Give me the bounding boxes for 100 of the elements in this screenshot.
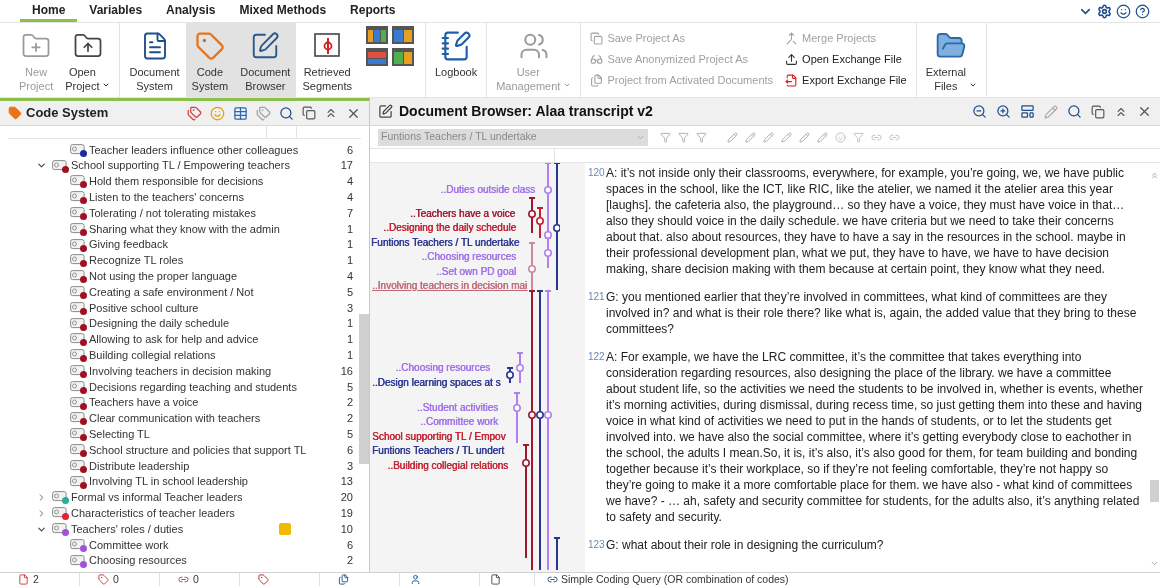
code-label: Recognize TL roles bbox=[89, 253, 184, 269]
margin-code-label[interactable]: Funtions Teachers / TL undert bbox=[372, 444, 505, 457]
code-label: Involving TL in school leadership bbox=[89, 474, 248, 490]
filter-icon[interactable] bbox=[853, 131, 864, 143]
tree-item[interactable]: Teachers have a voice 2 bbox=[8, 394, 359, 411]
tags-icon[interactable] bbox=[256, 105, 271, 121]
code-label: Building collegial relations bbox=[89, 348, 216, 363]
panel-title: Code System bbox=[26, 104, 109, 123]
search-icon[interactable] bbox=[279, 105, 294, 121]
tree-item[interactable]: Listen to the teachers' concerns 4 bbox=[8, 189, 359, 206]
tree-item[interactable]: Giving feedback 1 bbox=[8, 236, 359, 253]
code-label: Committee work bbox=[89, 537, 169, 553]
tree-item[interactable]: Designing the daily schedule 1 bbox=[8, 315, 359, 332]
tree-item[interactable]: Allowing to ask for help and advice 1 bbox=[8, 331, 359, 348]
tree-item[interactable]: Hold them responsible for decisions 4 bbox=[8, 173, 359, 190]
count-label: 2 bbox=[345, 411, 353, 427]
ribbon-button[interactable]: Retrieved Segments bbox=[296, 23, 358, 97]
tree-item[interactable]: Formal vs informal Teacher leaders 20 bbox=[8, 489, 359, 506]
margin-code-label[interactable]: ..Set own PD goal bbox=[435, 265, 516, 278]
close-icon[interactable] bbox=[1137, 104, 1152, 119]
margin-code-label[interactable]: School supporting TL / Empov bbox=[372, 430, 506, 443]
tag-icon bbox=[194, 31, 225, 61]
undock-icon[interactable] bbox=[302, 106, 316, 120]
margin-code-label[interactable]: ..Committee work bbox=[420, 415, 498, 428]
filter-icon[interactable] bbox=[696, 131, 707, 143]
tree-item[interactable]: Choosing resources 2 bbox=[8, 552, 359, 569]
margin-code-label[interactable]: ..Designing the daily schedule bbox=[383, 221, 516, 234]
tree-item[interactable]: Clear communication with teachers 2 bbox=[8, 410, 359, 427]
filter-icon[interactable] bbox=[660, 131, 671, 143]
highlighter-icon[interactable] bbox=[799, 131, 810, 143]
margin-code-label[interactable]: ..Building collegial relations bbox=[387, 459, 508, 472]
highlighter-icon[interactable] bbox=[727, 131, 738, 143]
tree-item[interactable]: Positive school culture 3 bbox=[8, 299, 359, 316]
memo-icon[interactable] bbox=[279, 523, 291, 535]
settings-icon[interactable] bbox=[1097, 4, 1112, 19]
tree-item[interactable]: Recognize TL roles 1 bbox=[8, 252, 359, 269]
scroll-down-icon[interactable] bbox=[1150, 559, 1159, 568]
users-icon bbox=[518, 31, 549, 61]
highlighter-icon[interactable] bbox=[817, 131, 828, 143]
tree-item[interactable]: Tolerating / not tolerating mistakes 7 bbox=[8, 205, 359, 221]
help-icon[interactable] bbox=[1135, 4, 1150, 19]
scroll-up-icon[interactable] bbox=[1150, 171, 1159, 180]
scrollbar-thumb[interactable] bbox=[1150, 480, 1159, 502]
tree-item[interactable]: Characteristics of teacher leaders 19 bbox=[8, 505, 359, 522]
ribbon-tab[interactable]: Variables bbox=[77, 0, 155, 22]
tree-item[interactable]: Involving TL in school leadership 13 bbox=[8, 473, 359, 490]
count-label: 1 bbox=[345, 332, 353, 348]
ribbon-button[interactable]: Document Browser bbox=[234, 23, 297, 97]
layout-icon[interactable] bbox=[1020, 104, 1035, 119]
table-icon[interactable] bbox=[233, 105, 248, 121]
ribbon-button[interactable]: Open Project bbox=[59, 23, 117, 97]
ribbon-tab[interactable]: Analysis bbox=[154, 0, 228, 22]
margin-code-label[interactable]: ..Involving teachers in decision mai bbox=[372, 279, 528, 292]
margin-code-label[interactable]: ..Choosing resources bbox=[421, 250, 516, 263]
ribbon-tab[interactable]: Reports bbox=[338, 0, 408, 22]
collapse-icon[interactable] bbox=[324, 106, 338, 120]
tree-item[interactable]: Sharing what they know with the admin 1 bbox=[8, 221, 359, 237]
tree-item[interactable]: Distribute leadership 3 bbox=[8, 457, 359, 474]
highlighter-icon[interactable] bbox=[745, 131, 756, 143]
highlighter-icon[interactable] bbox=[781, 131, 792, 143]
tree-item[interactable]: School structure and policies that support TL 6 bbox=[8, 442, 359, 458]
ribbon-button[interactable]: Logbook bbox=[428, 23, 484, 97]
ribbon-button[interactable]: Code System bbox=[185, 23, 235, 97]
tree-item[interactable]: Decisions regarding teaching and students 5 bbox=[8, 378, 359, 395]
code-label: Teachers' roles / duties bbox=[71, 521, 184, 537]
zoom-out-icon[interactable] bbox=[972, 104, 987, 119]
code-label: Characteristics of teacher leaders bbox=[71, 506, 235, 521]
tree-item[interactable]: Building collegial relations 1 bbox=[8, 347, 359, 364]
ribbon-button[interactable]: External Files bbox=[919, 23, 983, 97]
zoom-in-icon[interactable] bbox=[996, 104, 1011, 119]
tag-icon bbox=[70, 301, 85, 313]
ribbon-tab[interactable]: Home bbox=[20, 0, 78, 22]
smiley-icon[interactable] bbox=[1116, 4, 1131, 19]
code-label: School structure and policies that support TL bbox=[89, 442, 307, 458]
margin-code-label[interactable]: ..Student activities bbox=[416, 401, 498, 414]
tree-item[interactable]: School supporting TL / Empowering teachers 17 bbox=[8, 157, 359, 174]
edit-icon[interactable] bbox=[1044, 104, 1058, 119]
margin-code-label[interactable]: ..Choosing resources bbox=[395, 361, 490, 374]
tree-item[interactable]: Not using the proper language 4 bbox=[8, 268, 359, 285]
tree-item[interactable]: Creating a safe environment / Not 5 bbox=[8, 284, 359, 300]
tree-item[interactable]: Teachers' roles / duties 10 bbox=[8, 521, 359, 537]
search-icon[interactable] bbox=[1067, 104, 1082, 119]
margin-code-label[interactable]: ..Duties outside class bbox=[440, 183, 535, 196]
ribbon-small-button[interactable]: Export Exchange File bbox=[785, 71, 907, 89]
ribbon-button[interactable]: Document System bbox=[123, 23, 186, 97]
tree-item[interactable]: Committee work 6 bbox=[8, 536, 359, 553]
count-label: 4 bbox=[345, 174, 353, 190]
tree-item[interactable]: Teacher leaders influence other colleagues 6 bbox=[8, 142, 359, 158]
tags-icon[interactable] bbox=[187, 105, 202, 121]
undock-icon[interactable] bbox=[1091, 104, 1105, 119]
highlighter-icon[interactable] bbox=[763, 131, 774, 143]
margin-code-label[interactable]: ..Design learning spaces at s bbox=[372, 376, 501, 389]
tree-item[interactable]: Involving teachers in decision making 16 bbox=[8, 363, 359, 379]
filter-icon[interactable] bbox=[678, 131, 689, 143]
ribbon-small-button[interactable]: Open Exchange File bbox=[785, 50, 907, 68]
ribbon-tab[interactable]: Mixed Methods bbox=[227, 0, 339, 22]
margin-code-label[interactable]: ..Teachers have a voice bbox=[409, 207, 515, 220]
tree-item[interactable]: Selecting TL 5 bbox=[8, 426, 359, 443]
margin-code-label[interactable]: Funtions Teachers / TL undertake bbox=[371, 236, 520, 249]
scrollbar-thumb[interactable] bbox=[359, 314, 369, 464]
